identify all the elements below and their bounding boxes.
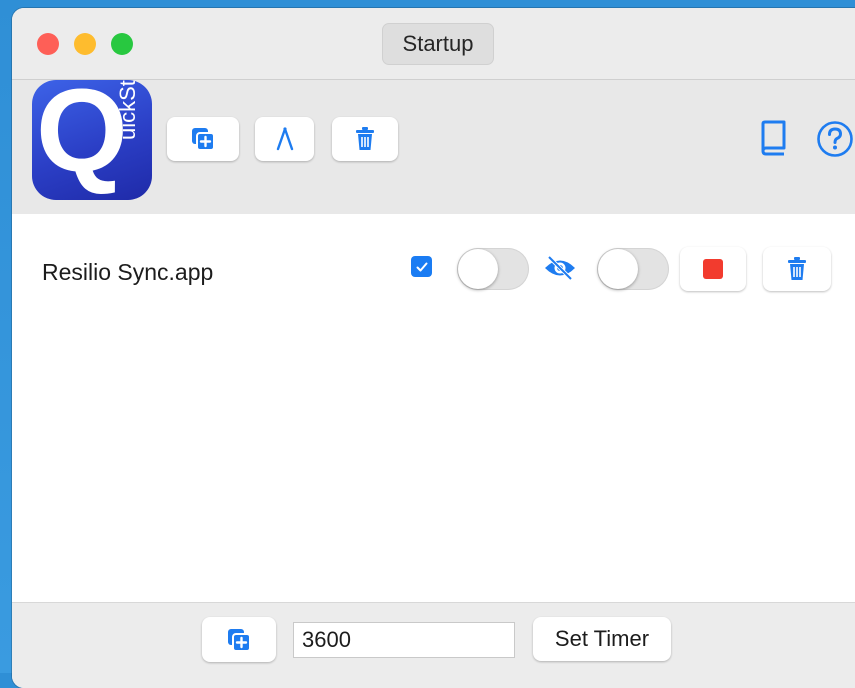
trash-icon [356, 127, 374, 150]
eye-slash-icon [545, 255, 575, 281]
book-icon [761, 120, 786, 156]
toggle-knob [598, 249, 638, 289]
app-name-label: Resilio Sync.app [42, 259, 214, 285]
startup-items-list: Resilio Sync.app [12, 214, 855, 602]
help-icon [817, 121, 853, 157]
toggle-knob [458, 249, 498, 289]
documentation-button[interactable] [758, 120, 788, 161]
add-copy-icon [228, 628, 251, 652]
app-window: Startup Q uickStart Resilio Sync.app 360… [12, 8, 855, 688]
stop-button[interactable] [680, 247, 746, 291]
help-button[interactable] [816, 120, 854, 163]
delete-button[interactable] [332, 117, 398, 161]
footer-bar: Set Timer [12, 602, 855, 688]
hide-button[interactable] [542, 254, 578, 287]
close-window-button[interactable] [37, 33, 59, 55]
trash-icon [788, 257, 806, 280]
toolbar: Q uickStart [12, 80, 855, 214]
compass-icon [276, 127, 293, 151]
checkmark-icon [416, 262, 427, 271]
add-timer-button[interactable] [202, 617, 276, 662]
add-copy-icon [192, 128, 215, 151]
remove-item-button[interactable] [763, 247, 831, 291]
quickstart-logo: Q uickStart [32, 80, 152, 200]
enabled-checkbox[interactable] [411, 256, 432, 277]
window-title: Startup [382, 23, 494, 65]
minimize-window-button[interactable] [74, 33, 96, 55]
logo-word: uickStart [115, 80, 140, 140]
open-button[interactable] [255, 117, 314, 161]
set-timer-button[interactable]: Set Timer [533, 617, 671, 661]
timer-seconds-input[interactable] [293, 622, 515, 658]
launch-toggle[interactable] [457, 248, 529, 290]
stop-icon [703, 259, 723, 279]
hidden-toggle[interactable] [597, 248, 669, 290]
title-bar: Startup [12, 8, 855, 80]
add-app-button[interactable] [167, 117, 239, 161]
maximize-window-button[interactable] [111, 33, 133, 55]
